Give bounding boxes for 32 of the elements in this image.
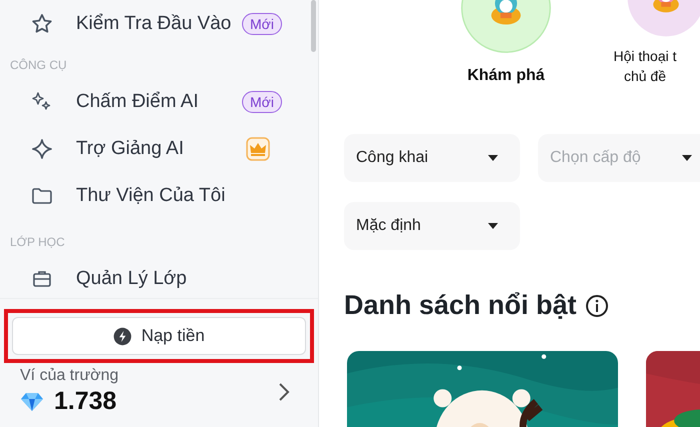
section-heading: LỚP HỌC (9, 234, 66, 251)
wallet-label: Ví của trường (20, 367, 119, 384)
dropdown[interactable]: Mặc định (344, 202, 520, 250)
sidebar-item[interactable]: Quản Lý Lớp (0, 259, 318, 299)
item-label: Kiểm Tra Đầu Vào (76, 13, 232, 35)
lightning-icon (113, 326, 132, 346)
item-label: Trợ Giảng AI (76, 138, 185, 160)
wallet-amount: 1.738 (54, 387, 117, 416)
info-icon[interactable] (584, 294, 609, 318)
chevron-right-icon[interactable] (278, 382, 290, 402)
caret-down-icon (488, 223, 498, 229)
sidebar-item[interactable]: Trợ Giảng AI (0, 129, 318, 169)
new-badge: Mới (242, 13, 282, 35)
caret-down-icon (682, 155, 692, 161)
sidebar-item[interactable]: Kiểm Tra Đầu Vào Mới (0, 4, 318, 44)
section-title: Danh sách nổi bật (344, 290, 577, 321)
section-heading: CÔNG CỤ (9, 57, 68, 74)
item-label: Chấm Điểm AI (76, 91, 200, 113)
category-label[interactable]: Hội thoại t chủ đề (613, 46, 677, 86)
item-label: Quản Lý Lớp (76, 268, 188, 290)
scrollbar[interactable] (311, 0, 316, 52)
item-label: Thư Viện Của Tôi (76, 185, 226, 207)
sparkle-icon (30, 137, 54, 161)
category-label[interactable]: Khám phá (467, 66, 545, 86)
sidebar-item[interactable]: Chấm Điểm AI Mới (0, 82, 318, 122)
caret-down-icon (488, 155, 498, 161)
topup-button[interactable]: Nạp tiền (12, 317, 306, 355)
sidebar-item[interactable]: Thư Viện Của Tôi (0, 176, 318, 216)
new-badge: Mới (242, 91, 282, 113)
dropdown[interactable]: Công khai (344, 134, 520, 182)
diamond-icon (20, 392, 44, 412)
crown-icon (246, 137, 270, 161)
